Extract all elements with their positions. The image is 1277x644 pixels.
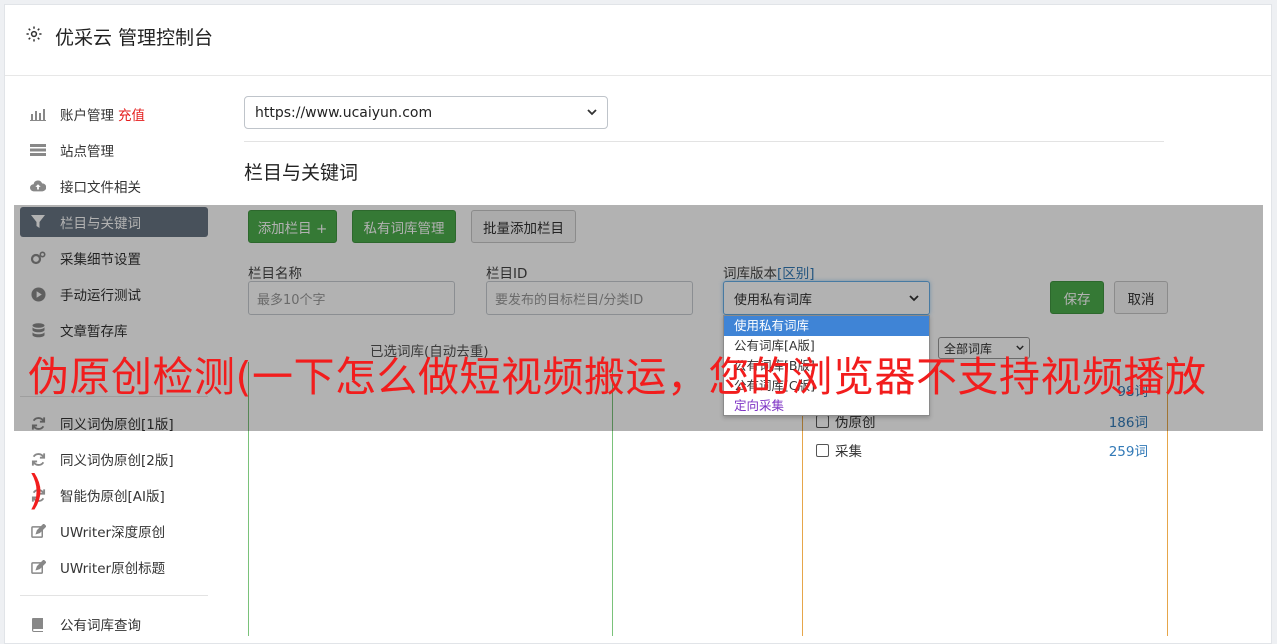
server-icon: [30, 142, 46, 158]
dict-version-label: 词库版本[区别]: [723, 262, 815, 282]
sidebar-item-label: 接口文件相关: [60, 180, 141, 196]
filter-icon: [30, 214, 46, 230]
bar-chart-icon: [30, 106, 46, 122]
cancel-button[interactable]: 取消: [1114, 281, 1168, 314]
banner-text: 伪原创检测(一下怎么做短视频搬运，您的浏览器不支持视频播放: [28, 353, 1207, 401]
divider: [244, 141, 1164, 142]
sidebar-item-label: 手动运行测试: [60, 288, 141, 304]
column-id-label: 栏目ID: [486, 266, 528, 282]
gear-icon: [25, 25, 43, 43]
dropdown-option[interactable]: 使用私有词库: [724, 316, 929, 336]
header: 优采云 管理控制台: [5, 5, 1271, 76]
recharge-link[interactable]: 充值: [118, 104, 145, 124]
private-dict-button[interactable]: 私有词库管理: [352, 210, 456, 243]
sidebar-item-interface[interactable]: 接口文件相关: [20, 171, 208, 201]
batch-add-button[interactable]: 批量添加栏目: [471, 210, 576, 243]
sidebar-item-synonym-v1[interactable]: 同义词伪原创[1版]: [20, 408, 208, 438]
dict-box-right-border: [1167, 362, 1168, 636]
sidebar-item-ai-rewrite[interactable]: 智能伪原创[AI版]: [20, 480, 208, 510]
database-icon: [30, 322, 46, 338]
checkbox[interactable]: [816, 414, 829, 428]
dict-version-label-text: 词库版本: [723, 266, 777, 282]
sidebar-item-label: 文章暂存库: [60, 324, 128, 340]
chevron-down-icon: [909, 294, 919, 302]
sidebar-item-label: 公有词库查询: [60, 618, 141, 634]
sidebar-item-article-storage[interactable]: 文章暂存库: [20, 315, 208, 345]
sidebar-item-account[interactable]: 账户管理 充值: [20, 99, 208, 129]
list-item[interactable]: 采集 259词: [816, 439, 1148, 461]
edit-icon: [30, 523, 46, 539]
sidebar-item-label: 同义词伪原创[1版]: [60, 417, 174, 433]
dict-count: 259词: [1108, 444, 1148, 460]
checkbox[interactable]: [816, 443, 829, 457]
sidebar-item-label: UWriter深度原创: [60, 525, 166, 541]
sidebar-item-sites[interactable]: 站点管理: [20, 135, 208, 165]
sidebar-item-label: 栏目与关键词: [60, 216, 141, 232]
sidebar-item-columns[interactable]: 栏目与关键词: [20, 207, 208, 237]
column-name-input[interactable]: 最多10个字: [248, 281, 455, 315]
refresh-icon: [30, 451, 46, 467]
sidebar-item-synonym-v2[interactable]: 同义词伪原创[2版]: [20, 444, 208, 474]
column-id-input[interactable]: 要发布的目标栏目/分类ID: [486, 281, 693, 315]
add-column-button[interactable]: 添加栏目 +: [248, 210, 337, 243]
sidebar-item-public-dict[interactable]: 公有词库查询: [20, 609, 208, 639]
sidebar-item-label: UWriter原创标题: [60, 561, 166, 577]
banner-text-end: ): [28, 466, 44, 514]
sidebar-item-label: 智能伪原创[AI版]: [60, 489, 165, 505]
book-icon: [30, 616, 46, 632]
sidebar-item-manual-test[interactable]: 手动运行测试: [20, 279, 208, 309]
save-button[interactable]: 保存: [1050, 281, 1104, 314]
sidebar-divider: [20, 595, 208, 596]
column-name-label: 栏目名称: [248, 266, 302, 282]
sidebar-item-collect-settings[interactable]: 采集细节设置: [20, 243, 208, 273]
cogs-icon: [30, 250, 46, 266]
site-select[interactable]: https://www.ucaiyun.com: [244, 96, 608, 129]
dict-name: 采集: [835, 444, 862, 460]
section-title: 栏目与关键词: [244, 162, 359, 184]
edit-icon: [30, 559, 46, 575]
dict-version-select[interactable]: 使用私有词库: [723, 281, 930, 315]
chevron-down-icon: [587, 109, 597, 116]
sidebar-item-label: 同义词伪原创[2版]: [60, 453, 174, 469]
dict-count: 186词: [1108, 415, 1148, 431]
cloud-upload-icon: [30, 178, 46, 194]
sidebar-item-label: 账户管理: [60, 108, 114, 124]
refresh-icon: [30, 415, 46, 431]
site-select-value: https://www.ucaiyun.com: [255, 104, 433, 121]
difference-link[interactable]: [区别]: [777, 266, 815, 282]
sidebar-item-uwriter-deep[interactable]: UWriter深度原创: [20, 516, 208, 546]
page-title: 优采云 管理控制台: [55, 27, 214, 49]
play-circle-icon: [30, 286, 46, 302]
sidebar-item-label: 站点管理: [60, 144, 114, 160]
selected-box-right-border: [612, 362, 613, 636]
sidebar-item-label: 采集细节设置: [60, 252, 141, 268]
sidebar-item-uwriter-title[interactable]: UWriter原创标题: [20, 552, 208, 582]
dict-version-value: 使用私有词库: [734, 292, 813, 308]
selected-box-left-border: [248, 362, 249, 636]
